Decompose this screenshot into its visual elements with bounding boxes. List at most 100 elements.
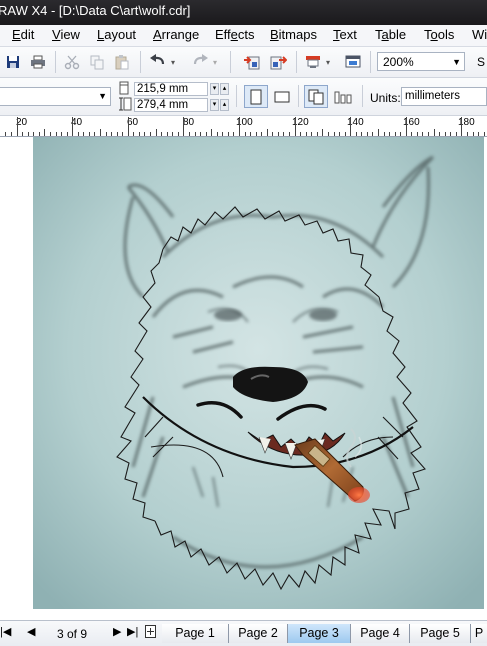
ruler-tick xyxy=(433,129,435,136)
ruler-label: 20 xyxy=(16,117,28,128)
tab-page-4[interactable]: Page 4 xyxy=(351,624,410,643)
ruler-label: 80 xyxy=(183,117,195,128)
menu-text[interactable]: Text xyxy=(333,27,357,43)
ruler-tick xyxy=(127,117,129,136)
ruler-tick xyxy=(11,132,13,136)
menu-window[interactable]: Wi xyxy=(472,27,487,43)
print-icon[interactable] xyxy=(28,52,48,72)
ruler-tick xyxy=(350,117,352,136)
ruler-tick xyxy=(277,132,279,136)
export-icon[interactable] xyxy=(268,52,288,72)
ruler-tick xyxy=(266,129,268,136)
ruler-tick xyxy=(405,117,407,136)
ruler-tick xyxy=(33,132,35,136)
ruler-tick xyxy=(155,129,157,136)
ruler-tick xyxy=(255,132,257,136)
ruler-tick xyxy=(38,132,40,136)
horizontal-ruler[interactable]: 20 40 60 80 100 120 140 160 180 xyxy=(0,116,487,137)
last-page-icon[interactable]: ▶| xyxy=(127,627,138,638)
ruler-tick xyxy=(378,129,379,136)
undo-dropdown-icon[interactable]: ▾ xyxy=(168,52,178,72)
ruler-tick xyxy=(111,132,113,136)
ruler-tick xyxy=(355,132,357,136)
ruler-tick xyxy=(311,132,313,136)
ruler-tick xyxy=(366,132,368,136)
width-down-spinner[interactable]: ▾ xyxy=(210,83,219,95)
page-navigator: |◀ ◀ 3 of 9 ▶ ▶| Page 1 Page 2 Page 3 Pa… xyxy=(0,620,487,646)
ruler-tick xyxy=(250,132,252,136)
chevron-down-icon: ▼ xyxy=(98,91,107,101)
tab-page-2[interactable]: Page 2 xyxy=(229,624,288,643)
current-page-icon[interactable] xyxy=(331,85,355,108)
page-height-input[interactable]: 279,4 mm xyxy=(134,98,208,112)
menu-effects[interactable]: Effects xyxy=(215,27,255,43)
page-width-input[interactable]: 215,9 mm xyxy=(134,82,208,96)
overflow-button[interactable]: S xyxy=(474,52,487,72)
menu-table[interactable]: Table xyxy=(375,27,406,43)
height-up-spinner[interactable]: ▴ xyxy=(220,99,229,111)
ruler-tick xyxy=(227,132,229,136)
first-page-icon[interactable]: |◀ xyxy=(0,627,11,638)
ruler-tick xyxy=(272,132,274,136)
ruler-tick xyxy=(77,132,79,136)
launcher-dropdown-icon[interactable]: ▾ xyxy=(323,52,333,72)
chevron-down-icon: ▼ xyxy=(452,57,461,67)
menu-arrange[interactable]: Arrange xyxy=(153,27,199,43)
ruler-tick xyxy=(138,132,140,136)
ruler-tick xyxy=(200,132,202,136)
menu-edit[interactable]: Edit xyxy=(12,27,34,43)
ruler-tick xyxy=(466,132,468,136)
menu-view[interactable]: View xyxy=(52,27,80,43)
height-down-spinner[interactable]: ▾ xyxy=(210,99,219,111)
menu-layout[interactable]: Layout xyxy=(97,27,136,43)
tab-page-1[interactable]: Page 1 xyxy=(162,624,229,643)
application-launcher-icon[interactable] xyxy=(303,52,323,72)
ruler-tick xyxy=(49,132,51,136)
ruler-tick xyxy=(166,132,168,136)
width-up-spinner[interactable]: ▴ xyxy=(220,83,229,95)
save-icon[interactable] xyxy=(3,52,23,72)
ruler-tick xyxy=(116,132,118,136)
cut-icon[interactable] xyxy=(62,52,82,72)
ruler-tick xyxy=(88,132,90,136)
ruler-tick xyxy=(5,132,7,136)
ruler-tick xyxy=(44,129,46,136)
copy-icon[interactable] xyxy=(87,52,107,72)
ruler-tick xyxy=(211,129,213,136)
ruler-tick xyxy=(472,132,474,136)
ruler-tick xyxy=(16,117,18,136)
tab-page-5[interactable]: Page 5 xyxy=(410,624,471,643)
previous-page-icon[interactable]: ◀ xyxy=(27,627,35,638)
ruler-tick xyxy=(389,132,391,136)
undo-icon[interactable] xyxy=(148,52,168,72)
welcome-screen-icon[interactable] xyxy=(343,52,363,72)
all-pages-icon[interactable] xyxy=(304,85,328,108)
ruler-tick xyxy=(327,132,329,136)
paste-icon[interactable] xyxy=(112,52,132,72)
height-icon xyxy=(118,97,132,114)
ruler-tick xyxy=(261,132,263,136)
portrait-button[interactable] xyxy=(244,85,268,108)
redo-icon[interactable] xyxy=(190,52,210,72)
wolf-sketch-image[interactable] xyxy=(33,137,484,609)
ruler-tick xyxy=(161,132,163,136)
next-page-icon[interactable]: ▶ xyxy=(113,627,121,638)
standard-toolbar: ▾ ▾ ▾ 200% ▼ S xyxy=(0,47,487,78)
redo-dropdown-icon[interactable]: ▾ xyxy=(210,52,220,72)
landscape-button[interactable] xyxy=(270,85,294,108)
units-select[interactable]: millimeters xyxy=(401,87,487,106)
zoom-level-select[interactable]: 200% ▼ xyxy=(377,52,465,71)
add-page-icon[interactable] xyxy=(145,625,156,641)
tab-page-3[interactable]: Page 3 xyxy=(288,624,351,643)
menu-bitmaps[interactable]: Bitmaps xyxy=(270,27,317,43)
drawing-canvas[interactable] xyxy=(0,137,487,620)
menu-tools[interactable]: Tools xyxy=(424,27,454,43)
tab-page-6[interactable]: P xyxy=(471,624,487,643)
ruler-tick xyxy=(305,132,307,136)
ruler-tick xyxy=(61,132,63,136)
ruler-tick xyxy=(22,132,24,136)
paper-preset-select[interactable]: ▼ xyxy=(0,87,111,106)
ruler-tick xyxy=(372,132,374,136)
zoom-value: 200% xyxy=(383,55,414,69)
import-icon[interactable] xyxy=(242,52,262,72)
